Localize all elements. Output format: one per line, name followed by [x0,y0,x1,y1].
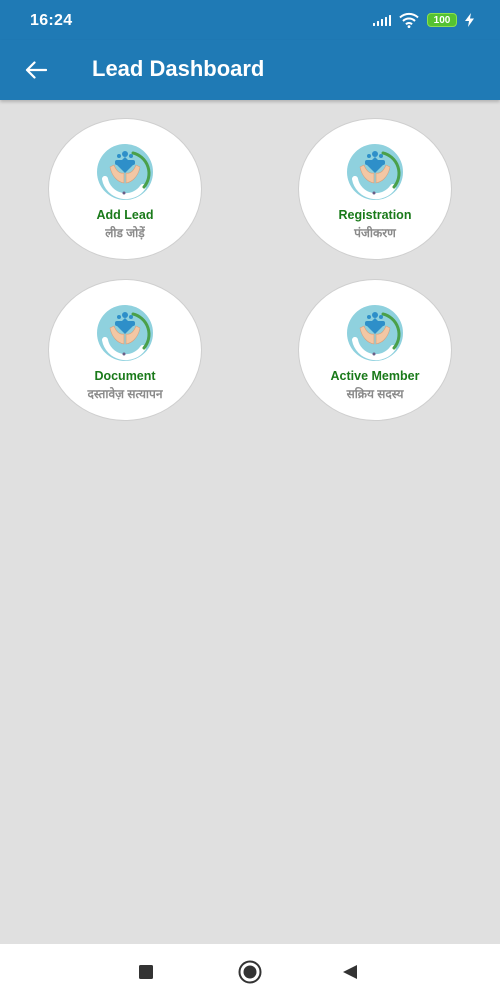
hands-logo-icon [345,143,405,201]
charging-icon [465,13,474,27]
hands-logo-icon [95,143,155,201]
back-triangle-icon[interactable] [342,964,358,980]
status-time: 16:24 [30,12,73,29]
signal-icon [372,14,391,26]
app-bar: Lead Dashboard [0,40,500,100]
page-title: Lead Dashboard [92,56,265,81]
card-label-hi: लीड जोड़ें [105,226,145,240]
recents-square-icon[interactable] [138,964,154,980]
add-lead-button[interactable]: Add Lead लीड जोड़ें [48,118,202,260]
card-label-en: Add Lead [96,208,154,222]
registration-button[interactable]: Registration पंजीकरण [298,118,452,260]
status-bar: 16:24 100 [0,0,500,40]
back-button[interactable] [18,52,54,88]
system-nav-bar [0,944,500,1000]
active-member-button[interactable]: Active Member सक्रिय सदस्य [298,279,452,421]
status-icons: 100 [372,11,474,29]
home-circle-icon[interactable] [238,960,262,984]
hands-logo-icon [345,304,405,362]
card-label-en: Document [94,369,156,383]
document-button[interactable]: Document दस्तावेज़ सत्यापन [48,279,202,421]
battery-icon: 100 [427,13,457,27]
card-label-hi: दस्तावेज़ सत्यापन [87,387,163,401]
card-label-en: Active Member [330,369,420,383]
card-label-hi: सक्रिय सदस्य [346,387,404,401]
hands-logo-icon [95,304,155,362]
card-label-hi: पंजीकरण [354,226,396,240]
wifi-icon [399,12,419,28]
arrow-left-icon [25,61,47,79]
card-label-en: Registration [338,208,412,222]
